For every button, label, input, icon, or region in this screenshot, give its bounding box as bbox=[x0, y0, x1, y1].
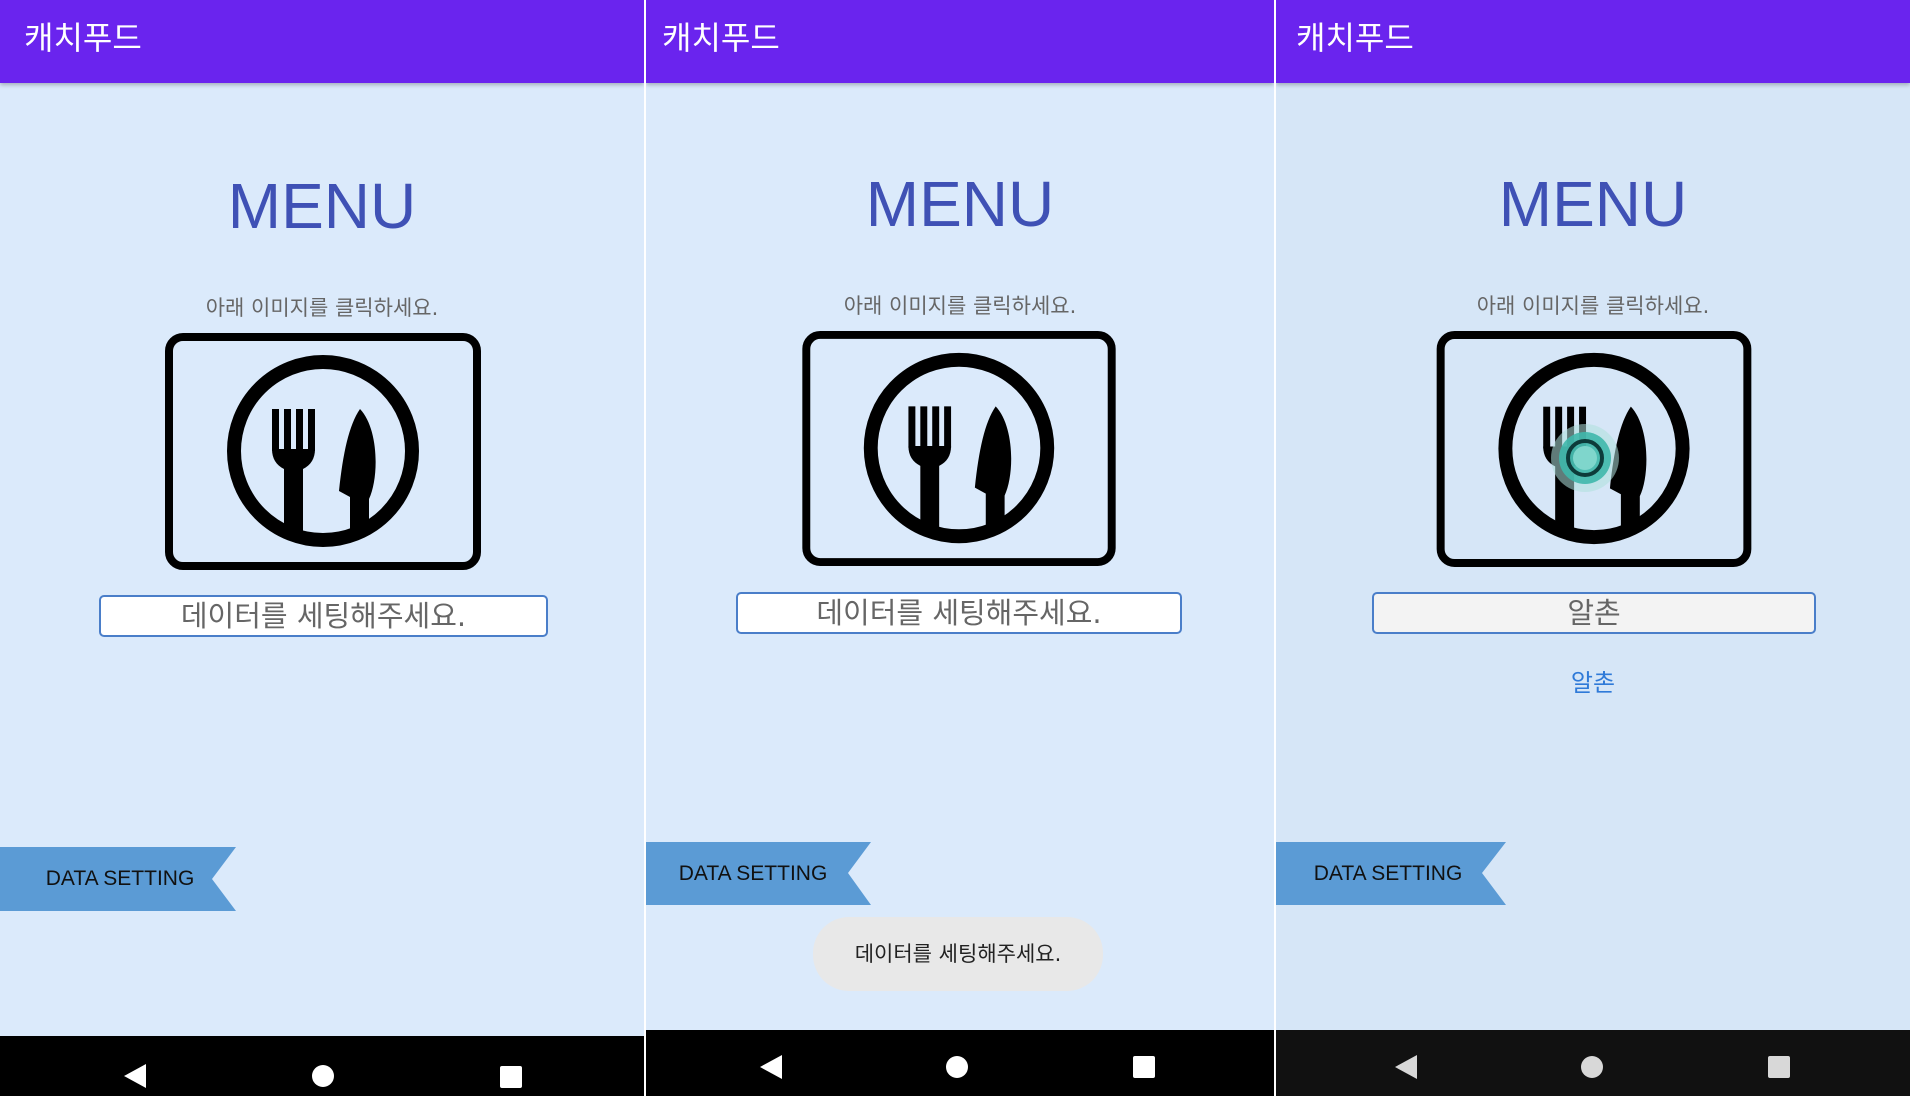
recents-icon[interactable] bbox=[1132, 1055, 1156, 1079]
data-setting-button[interactable]: DATA SETTING bbox=[0, 847, 240, 911]
menu-title: MENU bbox=[227, 170, 417, 242]
app-title: 캐치푸드 bbox=[662, 19, 780, 57]
result-link[interactable]: 알촌 bbox=[1276, 667, 1910, 699]
result-field: 데이터를 세팅해주세요. bbox=[99, 595, 548, 637]
screen-3: 캐치푸드 MENU 아래 이미지를 클릭하세요. 알촌 알촌 DATA SETT… bbox=[1276, 0, 1910, 1096]
data-setting-label: DATA SETTING bbox=[45, 867, 195, 890]
touch-indicator-icon bbox=[1551, 424, 1619, 492]
fork-knife-plate-icon bbox=[802, 331, 1116, 566]
recents-icon[interactable] bbox=[499, 1065, 523, 1089]
nav-bar bbox=[646, 1030, 1274, 1096]
fork-knife-plate-icon bbox=[165, 333, 481, 570]
nav-bar bbox=[0, 1036, 644, 1096]
home-icon[interactable] bbox=[1580, 1055, 1604, 1079]
app-bar: 캐치푸드 bbox=[1276, 0, 1910, 83]
instruction-text: 아래 이미지를 클릭하세요. bbox=[1476, 294, 1710, 318]
home-icon[interactable] bbox=[311, 1064, 335, 1088]
recents-icon[interactable] bbox=[1767, 1055, 1791, 1079]
data-setting-button[interactable]: DATA SETTING bbox=[646, 842, 886, 905]
data-setting-label: DATA SETTING bbox=[678, 862, 828, 885]
app-title: 캐치푸드 bbox=[1296, 19, 1414, 57]
result-field: 데이터를 세팅해주세요. bbox=[736, 592, 1182, 634]
menu-title: MENU bbox=[865, 168, 1055, 240]
result-field: 알촌 bbox=[1372, 592, 1816, 634]
menu-title: MENU bbox=[1498, 168, 1688, 240]
toast-message: 데이터를 세팅해주세요. bbox=[813, 917, 1103, 991]
instruction-text: 아래 이미지를 클릭하세요. bbox=[205, 296, 439, 320]
app-title: 캐치푸드 bbox=[24, 19, 142, 57]
menu-image-button[interactable] bbox=[801, 331, 1117, 566]
back-icon[interactable] bbox=[758, 1053, 784, 1081]
back-icon[interactable] bbox=[122, 1062, 148, 1090]
data-setting-button[interactable]: DATA SETTING bbox=[1276, 842, 1516, 905]
menu-image-button[interactable] bbox=[1436, 331, 1752, 567]
menu-image-button[interactable] bbox=[165, 333, 481, 570]
data-setting-label: DATA SETTING bbox=[1313, 862, 1463, 885]
app-bar: 캐치푸드 bbox=[646, 0, 1274, 83]
back-icon[interactable] bbox=[1393, 1053, 1419, 1081]
instruction-text: 아래 이미지를 클릭하세요. bbox=[843, 294, 1077, 318]
home-icon[interactable] bbox=[945, 1055, 969, 1079]
screen-2: 캐치푸드 MENU 아래 이미지를 클릭하세요. 데이터를 세팅해주세요. DA… bbox=[646, 0, 1274, 1096]
screen-1: 캐치푸드 MENU 아래 이미지를 클릭하세요. 데이터를 세팅해주세요. DA… bbox=[0, 0, 644, 1096]
app-bar: 캐치푸드 bbox=[0, 0, 644, 83]
nav-bar bbox=[1276, 1030, 1910, 1096]
